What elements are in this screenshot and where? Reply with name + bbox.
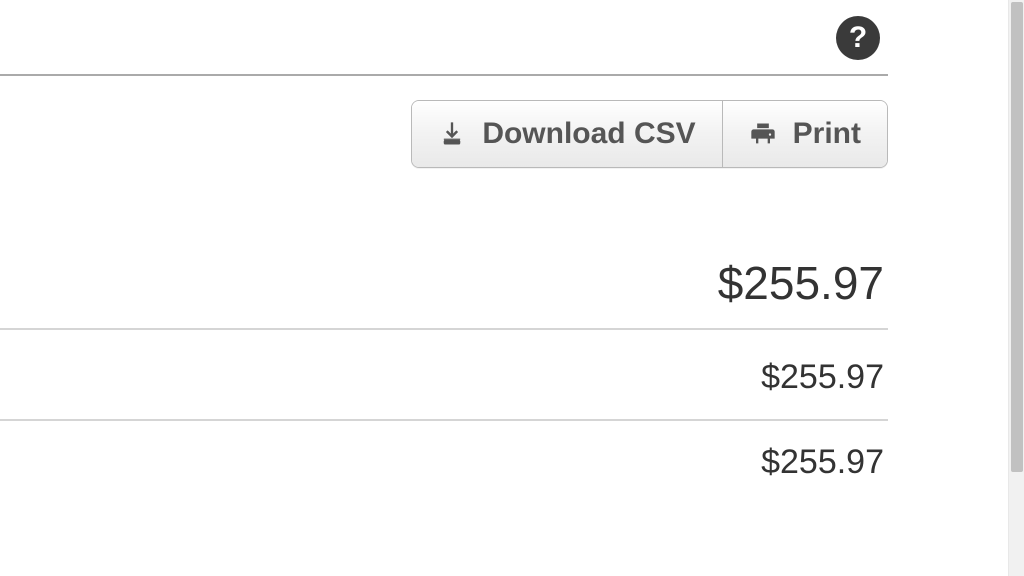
amount-rows: $255.97 $255.97 $255.97 (0, 192, 888, 504)
button-group: Download CSV Print (411, 100, 888, 168)
scrollbar-thumb[interactable] (1011, 2, 1023, 472)
amount-value-2: $255.97 (761, 358, 884, 396)
help-icon: ? (849, 23, 867, 53)
amount-row-3: $255.97 (0, 421, 888, 504)
amount-row-1: $255.97 (0, 192, 888, 330)
print-label: Print (793, 117, 861, 151)
download-csv-label: Download CSV (482, 117, 695, 151)
amount-value-3: $255.97 (761, 443, 884, 481)
amount-row-2: $255.97 (0, 330, 888, 421)
print-button[interactable]: Print (722, 101, 887, 167)
scrollbar-track[interactable] (1008, 0, 1024, 576)
print-icon (749, 120, 777, 148)
help-button[interactable]: ? (836, 16, 880, 60)
toolbar: Download CSV Print (0, 76, 888, 192)
header-bar: ? (0, 0, 888, 76)
amount-value-1: $255.97 (718, 257, 884, 309)
page-content: ? Download CSV Print $255 (0, 0, 1008, 576)
download-icon (438, 120, 466, 148)
download-csv-button[interactable]: Download CSV (412, 101, 721, 167)
